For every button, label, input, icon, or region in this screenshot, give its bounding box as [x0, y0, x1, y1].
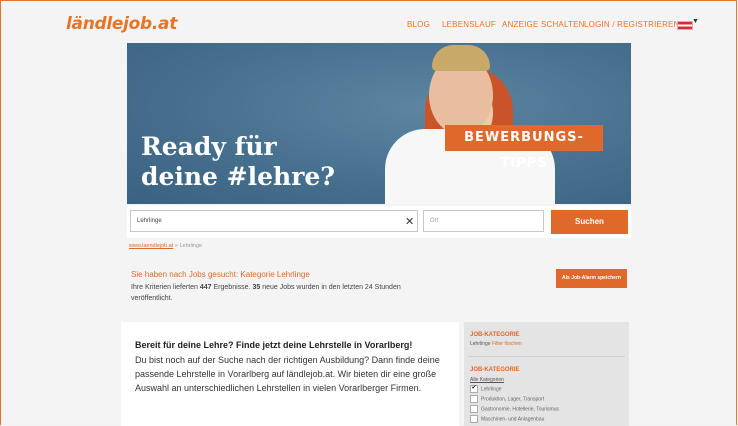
- category-item-maschinenbau[interactable]: Maschinen- und Anlagenbau: [470, 415, 544, 423]
- results-heading: Sie haben nach Jobs gesucht: Kategorie L…: [131, 270, 310, 279]
- sidebar-divider: [468, 356, 625, 357]
- active-filter-label: Lehrlinge: [470, 341, 491, 347]
- close-icon[interactable]: ✕: [405, 215, 414, 228]
- chevron-down-icon[interactable]: ▼: [692, 18, 699, 25]
- page-frame: ländlejob.at BLOG LEBENSLAUF ANZEIGE SCH…: [0, 0, 737, 426]
- austria-flag-icon[interactable]: [677, 21, 693, 30]
- filter-sidebar: JOB-KATEGORIE Lehrlinge Filter löschen J…: [464, 322, 629, 426]
- breadcrumb: www.laendlejob.at » Lehrlinge: [129, 243, 202, 249]
- intro-heading: Bereit für deine Lehre? Finde jetzt dein…: [135, 340, 413, 350]
- category-label: Gastronomie, Hotellerie, Tourismus: [481, 406, 559, 413]
- checkbox[interactable]: [470, 405, 478, 413]
- category-label: Maschinen- und Anlagenbau: [481, 416, 545, 423]
- checkbox[interactable]: [470, 395, 478, 403]
- hero-title-line2: deine #lehre?: [141, 162, 335, 191]
- all-categories-link[interactable]: Alle Kategorien: [470, 377, 504, 383]
- results-count: 447: [199, 284, 212, 291]
- location-input[interactable]: Ort: [423, 210, 544, 232]
- category-item-produktion[interactable]: Produktion, Lager, Transport: [470, 395, 544, 403]
- category-label: Produktion, Lager, Transport: [481, 396, 545, 403]
- bewerbungs-tipps-button[interactable]: BEWERBUNGS-TIPPS: [445, 125, 603, 171]
- breadcrumb-home-link[interactable]: www.laendlejob.at: [129, 243, 173, 249]
- results-summary: Ihre Kriterien lieferten 447 Ergebnisse.…: [131, 282, 441, 304]
- search-button[interactable]: Suchen: [551, 210, 628, 234]
- results-text-mid: Ergebnisse.: [213, 284, 251, 291]
- breadcrumb-separator: »: [174, 243, 178, 249]
- category-heading: JOB-KATEGORIE: [470, 367, 520, 373]
- category-item-lehrlinge[interactable]: ✔ Lehrlinge: [470, 385, 502, 393]
- active-filter-heading: JOB-KATEGORIE: [470, 332, 520, 338]
- checkbox[interactable]: [470, 415, 478, 423]
- intro-panel: Bereit für deine Lehre? Finde jetzt dein…: [121, 322, 459, 426]
- search-bar: Lehrlinge ✕ Ort Suchen: [127, 206, 631, 238]
- intro-body: Du bist noch auf der Suche nach der rich…: [135, 355, 440, 393]
- site-logo[interactable]: ländlejob.at: [66, 14, 177, 34]
- nav-anzeige-schalten[interactable]: ANZEIGE SCHALTEN: [502, 20, 585, 29]
- nav-blog[interactable]: BLOG: [407, 20, 430, 29]
- hero-banner: Ready für deine #lehre? BEWERBUNGS-TIPPS: [127, 43, 631, 204]
- hero-title-line1: Ready für: [141, 132, 277, 161]
- category-label: Lehrlinge: [481, 386, 502, 393]
- results-new-count: 35: [252, 284, 261, 291]
- hero-title: Ready für deine #lehre?: [141, 132, 335, 192]
- checkbox-checked[interactable]: ✔: [470, 385, 478, 393]
- category-item-gastronomie[interactable]: Gastronomie, Hotellerie, Tourismus: [470, 405, 559, 413]
- results-text-prefix: Ihre Kriterien lieferten: [131, 284, 198, 291]
- nav-login-registrieren[interactable]: LOGIN / REGISTRIEREN: [584, 20, 680, 29]
- save-job-alarm-button[interactable]: Als Job-Alarm speichern: [556, 269, 627, 288]
- clear-filter-link[interactable]: Filter löschen: [492, 341, 522, 347]
- hero-photo-boy-hair: [432, 45, 490, 71]
- breadcrumb-current: Lehrlinge: [179, 243, 203, 249]
- search-input[interactable]: Lehrlinge: [130, 210, 418, 232]
- nav-lebenslauf[interactable]: LEBENSLAUF: [442, 20, 496, 29]
- active-filter-row: Lehrlinge Filter löschen: [470, 341, 522, 347]
